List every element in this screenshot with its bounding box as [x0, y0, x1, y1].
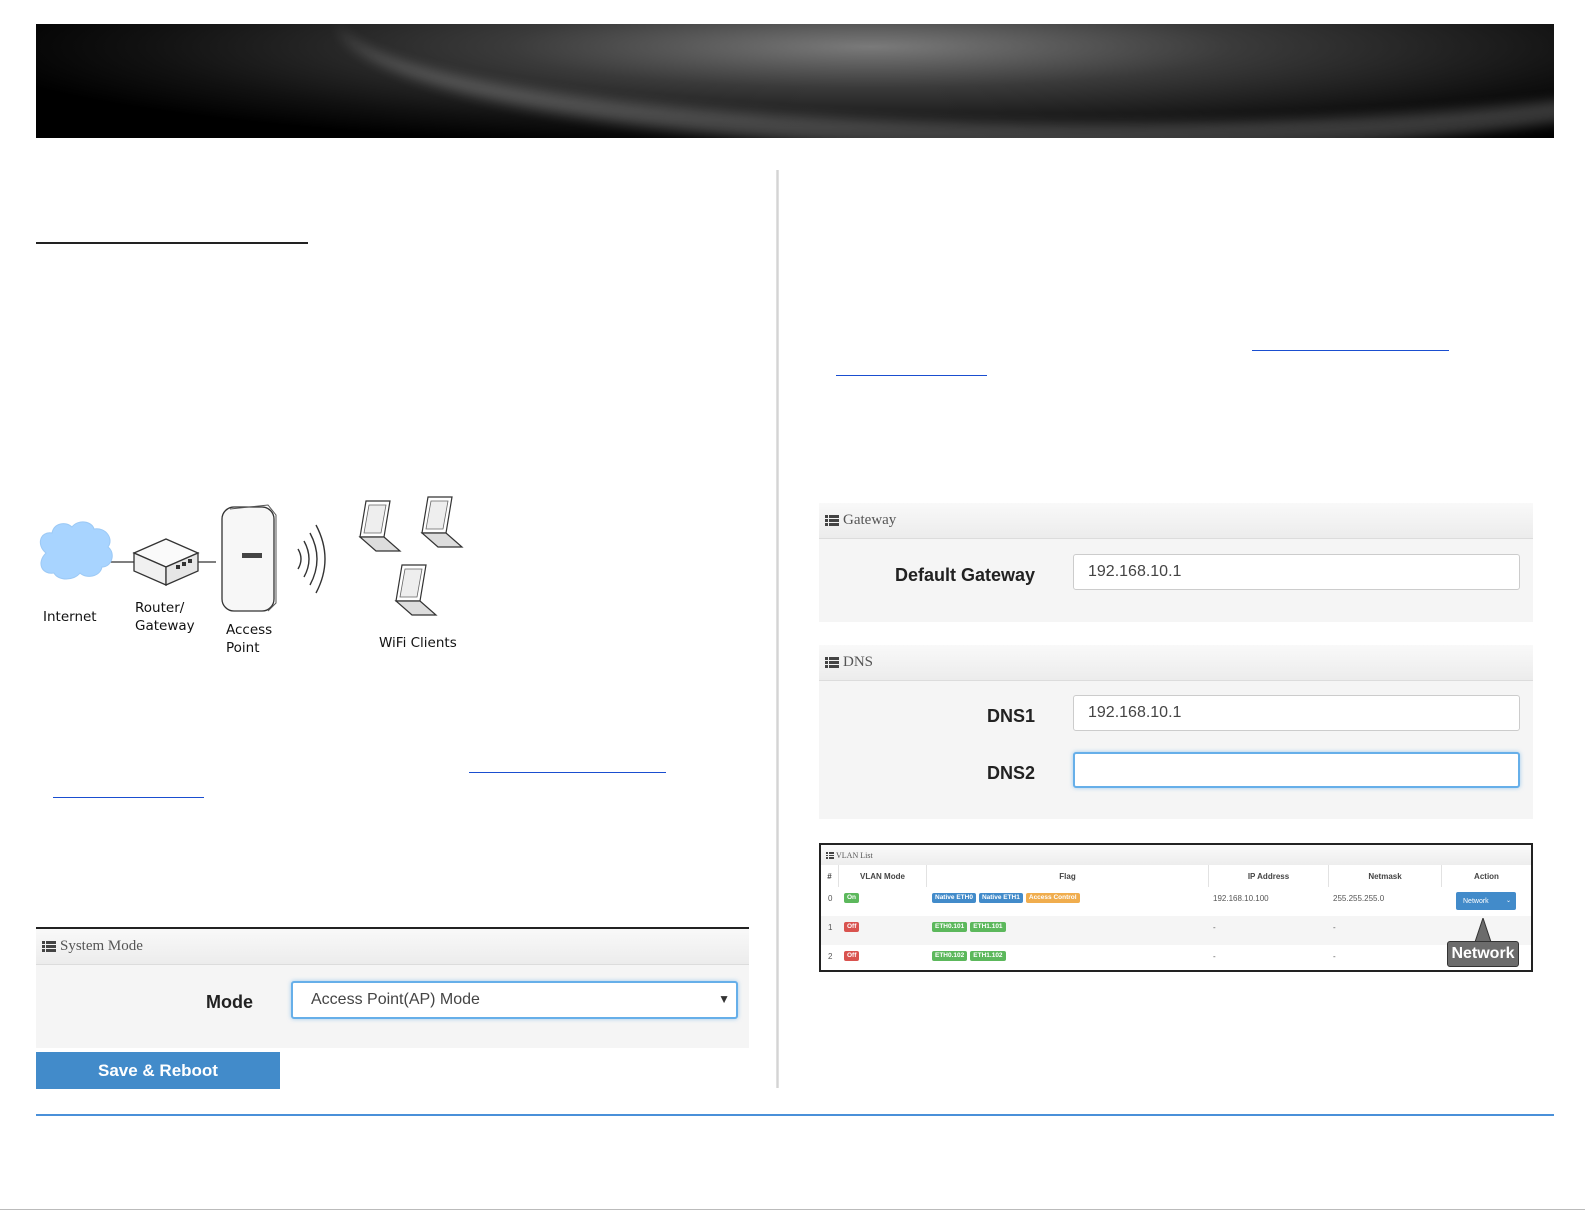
- gateway-header: Gateway: [819, 503, 1533, 539]
- network-diagram: Internet Router/ Gateway Access Point Wi…: [36, 495, 486, 665]
- internet-cloud-icon: [39, 521, 113, 580]
- ip-address-cell: 192.168.10.100: [1213, 894, 1269, 903]
- row-index: 0: [828, 894, 833, 903]
- callout-pointer: [1474, 918, 1492, 942]
- save-reboot-button[interactable]: Save & Reboot: [36, 1052, 280, 1089]
- column-header-flag: Flag: [927, 865, 1209, 887]
- flag-cell: ETH0.101 ETH1.101: [932, 916, 1009, 945]
- dns-panel: DNS DNS1 192.168.10.1 DNS2: [819, 645, 1533, 819]
- page-bottom-rule: [0, 1209, 1585, 1210]
- default-gateway-input[interactable]: 192.168.10.1: [1073, 554, 1520, 590]
- access-point-icon: [221, 504, 277, 612]
- internet-label: Internet: [43, 609, 97, 625]
- netmask-cell: 255.255.255.0: [1333, 894, 1385, 903]
- chevron-down-icon: ⌄: [1505, 898, 1511, 904]
- gateway-title: Gateway: [843, 512, 897, 528]
- hyperlink-underline[interactable]: [469, 772, 666, 773]
- wifi-signal-icon: [297, 524, 326, 594]
- flag-badge: Native ETH0: [932, 893, 976, 903]
- banner-sheen: [336, 24, 1554, 138]
- column-divider: [776, 170, 779, 1088]
- gateway-panel: Gateway Default Gateway 192.168.10.1: [819, 503, 1533, 622]
- table-row: 1 Off ETH0.101 ETH1.101 - -: [821, 916, 1531, 946]
- router-label-line1: Router/: [135, 600, 185, 616]
- router-icon: [132, 538, 200, 586]
- vlan-mode-cell: Off: [844, 916, 862, 945]
- header-banner: [36, 24, 1554, 138]
- dns2-input[interactable]: [1073, 752, 1520, 788]
- hyperlink-underline[interactable]: [1252, 350, 1449, 351]
- row-index: 1: [828, 923, 833, 932]
- flag-cell: ETH0.102 ETH1.102: [932, 945, 1009, 970]
- vlan-mode-cell: On: [844, 887, 862, 916]
- network-action-label: Network: [1463, 897, 1489, 905]
- chevron-down-icon[interactable]: ▼: [718, 992, 730, 1006]
- mode-select[interactable]: Access Point(AP) Mode ▼: [291, 981, 738, 1019]
- list-icon: [42, 941, 56, 952]
- status-badge: Off: [844, 951, 860, 961]
- flag-cell: Native ETH0 Native ETH1 Access Control: [932, 887, 1083, 916]
- list-icon: [825, 515, 839, 526]
- netmask-cell: -: [1333, 952, 1336, 961]
- access-point-label: Access Point: [226, 621, 272, 657]
- flag-badge: ETH1.101: [970, 922, 1006, 932]
- status-badge: Off: [844, 922, 860, 932]
- router-label-line2: Gateway: [135, 618, 195, 634]
- flag-badge: Access Control: [1025, 893, 1080, 903]
- laptop-icon: [420, 496, 464, 548]
- column-header-action: Action: [1474, 871, 1499, 881]
- router-label: Router/ Gateway: [135, 599, 195, 635]
- system-mode-panel: System Mode Mode Access Point(AP) Mode ▼: [36, 927, 749, 1048]
- system-mode-title: System Mode: [60, 938, 143, 954]
- flag-badge: ETH1.102: [970, 951, 1006, 961]
- system-mode-header: System Mode: [36, 929, 749, 965]
- dns-header: DNS: [819, 645, 1533, 681]
- hyperlink-underline[interactable]: [836, 375, 987, 376]
- dns1-input[interactable]: 192.168.10.1: [1073, 695, 1520, 731]
- footer-rule: [36, 1114, 1554, 1116]
- table-row: 0 On Native ETH0 Native ETH1 Access Cont…: [821, 887, 1531, 917]
- wifi-clients-label: WiFi Clients: [379, 635, 457, 651]
- list-icon: [826, 852, 834, 859]
- vlan-list-title: VLAN List: [836, 850, 873, 860]
- ip-address-cell: -: [1213, 952, 1216, 961]
- vlan-list-header: VLAN List: [821, 845, 1531, 866]
- mode-select-value: Access Point(AP) Mode: [311, 991, 480, 1008]
- access-point-label-line2: Point: [226, 640, 260, 656]
- default-gateway-label: Default Gateway: [894, 565, 1035, 585]
- column-header-netmask: Netmask: [1329, 865, 1442, 887]
- vlan-list-panel: VLAN List # VLAN Mode Flag IP Address Ne…: [819, 843, 1533, 972]
- flag-badge: ETH0.102: [932, 951, 968, 961]
- table-header-row: # VLAN Mode Flag IP Address Netmask Acti…: [821, 865, 1531, 888]
- ip-address-cell: -: [1213, 923, 1216, 932]
- column-header-ip-address: IP Address: [1209, 865, 1329, 887]
- network-action-button[interactable]: Network ⌄: [1456, 892, 1516, 910]
- status-badge: On: [844, 893, 860, 903]
- flag-badge: ETH0.101: [932, 922, 968, 932]
- vlan-mode-cell: Off: [844, 945, 862, 970]
- dns1-label: DNS1: [986, 706, 1035, 726]
- hyperlink-underline[interactable]: [53, 797, 204, 798]
- mode-label: Mode: [206, 992, 253, 1012]
- section-heading-underline: [36, 242, 308, 244]
- access-point-label-line1: Access: [226, 622, 273, 638]
- column-header-index: #: [821, 865, 839, 887]
- network-callout: Network: [1447, 941, 1519, 967]
- row-index: 2: [828, 952, 833, 961]
- table-row: 2 Off ETH0.102 ETH1.102 - -: [821, 945, 1531, 970]
- laptop-icon: [358, 500, 402, 552]
- netmask-cell: -: [1333, 923, 1336, 932]
- list-icon: [825, 657, 839, 668]
- column-header-vlan-mode: VLAN Mode: [839, 865, 927, 887]
- laptop-icon: [394, 564, 438, 616]
- dns-title: DNS: [843, 654, 874, 670]
- dns2-label: DNS2: [986, 763, 1035, 783]
- flag-badge: Native ETH1: [978, 893, 1023, 903]
